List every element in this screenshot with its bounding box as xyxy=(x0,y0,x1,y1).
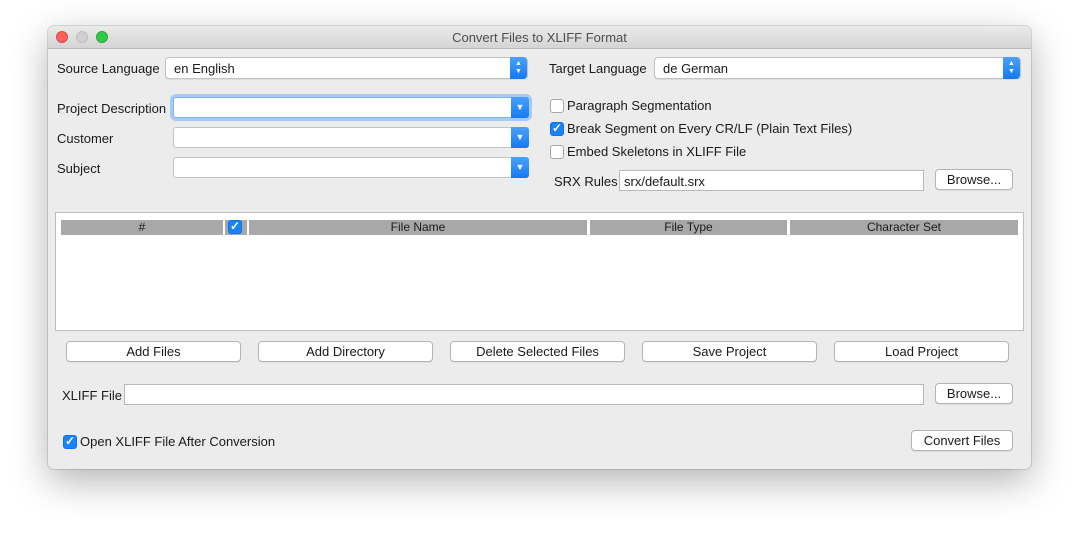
checkmark-icon: ✓ xyxy=(552,121,563,135)
subject-combo[interactable]: ▼ xyxy=(173,157,529,178)
srx-rules-field[interactable]: srx/default.srx xyxy=(619,170,924,191)
chevron-down-icon[interactable]: ▼ xyxy=(511,127,529,148)
chevron-up-down-icon: ▲ ▼ xyxy=(510,57,527,79)
add-files-button[interactable]: Add Files xyxy=(66,341,241,362)
column-header-number[interactable]: # xyxy=(61,220,223,235)
save-project-button[interactable]: Save Project xyxy=(642,341,817,362)
load-project-button[interactable]: Load Project xyxy=(834,341,1009,362)
column-header-file-name[interactable]: File Name xyxy=(249,220,587,235)
open-after-conversion-checkbox[interactable]: ✓ xyxy=(63,434,77,449)
embed-skeletons-label: Embed Skeletons in XLIFF File xyxy=(567,144,747,159)
srx-browse-button[interactable]: Browse... xyxy=(935,169,1013,190)
select-all-checkbox[interactable]: ✓ xyxy=(228,219,242,234)
window-title: Convert Files to XLIFF Format xyxy=(452,30,627,45)
convert-window: Convert Files to XLIFF Format Source Lan… xyxy=(48,26,1031,469)
target-language-select[interactable]: de German ▲ ▼ xyxy=(654,57,1021,79)
title-bar[interactable]: Convert Files to XLIFF Format xyxy=(48,26,1031,49)
paragraph-segmentation-label: Paragraph Segmentation xyxy=(567,98,712,113)
project-description-label: Project Description xyxy=(57,101,167,116)
delete-selected-files-button[interactable]: Delete Selected Files xyxy=(450,341,625,362)
paragraph-segmentation-checkbox[interactable] xyxy=(550,99,564,113)
files-table[interactable]: # ✓ File Name File Type Character Set xyxy=(55,212,1024,331)
project-description-combo[interactable]: ▼ xyxy=(173,97,529,118)
source-language-label: Source Language xyxy=(57,61,160,76)
chevron-up-down-icon: ▲ ▼ xyxy=(1003,57,1020,79)
break-segment-label: Break Segment on Every CR/LF (Plain Text… xyxy=(567,121,853,136)
srx-rules-value: srx/default.srx xyxy=(624,174,705,189)
chevron-down-icon[interactable]: ▼ xyxy=(511,97,529,118)
open-after-conversion-label: Open XLIFF File After Conversion xyxy=(80,434,276,449)
target-language-value: de German xyxy=(663,61,729,76)
column-header-character-set[interactable]: Character Set xyxy=(790,220,1018,235)
convert-files-button[interactable]: Convert Files xyxy=(911,430,1013,451)
source-language-select[interactable]: en English ▲ ▼ xyxy=(165,57,528,79)
checkmark-icon: ✓ xyxy=(65,434,76,448)
subject-label: Subject xyxy=(57,161,101,176)
xliff-browse-button[interactable]: Browse... xyxy=(935,383,1013,404)
customer-label: Customer xyxy=(57,131,114,146)
checkmark-icon: ✓ xyxy=(230,219,241,233)
target-language-label: Target Language xyxy=(549,61,647,76)
xliff-file-field[interactable] xyxy=(124,384,924,405)
customer-combo[interactable]: ▼ xyxy=(173,127,529,148)
add-directory-button[interactable]: Add Directory xyxy=(258,341,433,362)
source-language-value: en English xyxy=(174,61,235,76)
column-header-file-type[interactable]: File Type xyxy=(590,220,787,235)
break-segment-checkbox[interactable]: ✓ xyxy=(550,121,564,136)
srx-rules-label: SRX Rules xyxy=(554,174,618,189)
xliff-file-label: XLIFF File xyxy=(62,388,122,403)
column-header-select-all[interactable]: ✓ xyxy=(225,219,247,235)
embed-skeletons-checkbox[interactable] xyxy=(550,145,564,159)
chevron-down-icon[interactable]: ▼ xyxy=(511,157,529,178)
